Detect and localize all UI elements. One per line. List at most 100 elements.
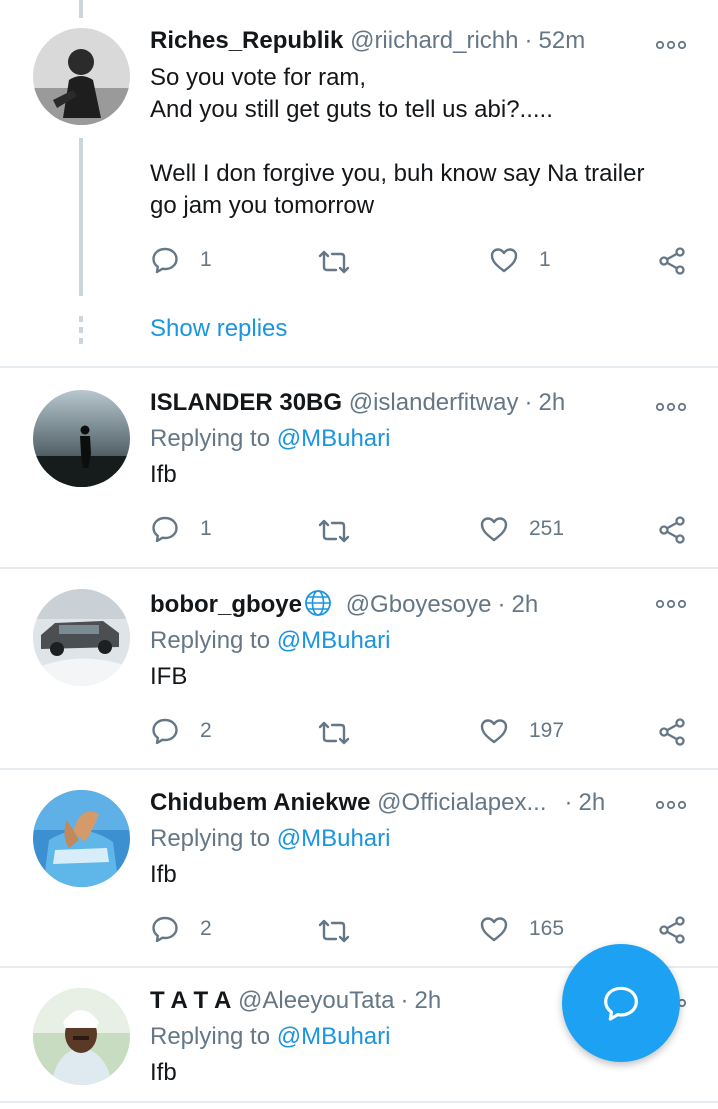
user-handle[interactable]: @Gboyesoye <box>346 591 492 618</box>
reply-button[interactable]: 2 <box>150 716 212 746</box>
share-icon <box>657 915 687 945</box>
retweet-button[interactable] <box>316 718 352 748</box>
replying-to: Replying to @MBuhari <box>150 824 390 854</box>
reply-count: 1 <box>200 517 212 540</box>
more-options-icon[interactable] <box>654 38 688 52</box>
speech-bubble-icon <box>150 914 180 944</box>
like-button[interactable]: 197 <box>479 716 564 746</box>
heart-icon <box>479 914 509 944</box>
like-count: 251 <box>529 517 565 540</box>
mention-link[interactable]: @MBuhari <box>277 425 391 452</box>
show-replies-link[interactable]: Show replies <box>150 313 287 345</box>
more-options-icon[interactable] <box>654 597 688 611</box>
user-handle[interactable]: @Officialapex... <box>377 789 546 816</box>
tweet-header: ISLANDER 30BG @islanderfitway · 2h <box>150 388 565 418</box>
display-name[interactable]: Riches_Republik <box>150 27 343 54</box>
like-button[interactable]: 251 <box>479 514 564 544</box>
share-button[interactable] <box>657 515 687 545</box>
share-button[interactable] <box>657 717 687 747</box>
heart-icon <box>479 716 509 746</box>
share-button[interactable] <box>657 246 687 276</box>
reply-count: 2 <box>200 719 212 742</box>
timestamp[interactable]: 2h <box>414 987 441 1014</box>
user-handle[interactable]: @islanderfitway <box>349 389 519 416</box>
avatar[interactable] <box>33 390 130 487</box>
reply-button[interactable]: 2 <box>150 914 212 944</box>
mention-link[interactable]: @MBuhari <box>277 627 391 654</box>
share-icon <box>657 717 687 747</box>
like-count: 197 <box>529 719 565 742</box>
retweet-button[interactable] <box>316 247 352 277</box>
replying-to-label: Replying to <box>150 627 271 654</box>
display-name[interactable]: T A T A <box>150 987 231 1014</box>
display-name[interactable]: bobor_gboye <box>150 591 302 618</box>
compose-reply-button[interactable] <box>562 944 680 1062</box>
replying-to: Replying to @MBuhari <box>150 626 390 656</box>
more-options-icon[interactable] <box>654 400 688 414</box>
timestamp[interactable]: 2h <box>538 389 565 416</box>
tweet-header: T A T A @AleeyouTata · 2h <box>150 986 441 1016</box>
like-button[interactable]: 165 <box>479 914 564 944</box>
retweet-button[interactable] <box>316 916 352 946</box>
replying-to-label: Replying to <box>150 1023 271 1050</box>
replying-to-label: Replying to <box>150 425 271 452</box>
timestamp[interactable]: 2h <box>578 789 605 816</box>
avatar[interactable] <box>33 988 130 1085</box>
divider <box>0 1101 718 1103</box>
reply-button[interactable]: 1 <box>150 514 212 544</box>
tweet-text: IFB <box>150 663 188 690</box>
share-icon <box>657 246 687 276</box>
tweet-header: Riches_Republik @riichard_richh · 52m <box>150 26 585 56</box>
separator-dot: · <box>564 789 573 816</box>
more-options-icon[interactable] <box>654 798 688 812</box>
timestamp[interactable]: 2h <box>511 591 538 618</box>
compose-reply-icon <box>604 986 638 1021</box>
speech-bubble-icon <box>150 514 180 544</box>
like-count: 1 <box>539 248 551 271</box>
tweet-header: Chidubem Aniekwe @Officialapex... · 2h <box>150 788 605 818</box>
share-icon <box>657 515 687 545</box>
user-handle[interactable]: @riichard_richh <box>350 27 518 54</box>
replying-to: Replying to @MBuhari <box>150 424 390 454</box>
tweet-header: bobor_gboye @Gboyesoye · 2h <box>150 589 538 620</box>
mention-link[interactable]: @MBuhari <box>277 1023 391 1050</box>
user-handle[interactable]: @AleeyouTata <box>238 987 394 1014</box>
separator-dot: · <box>400 987 409 1014</box>
heart-icon <box>479 514 509 544</box>
tweet[interactable]: Chidubem Aniekwe @Officialapex... · 2h Rep… <box>0 770 718 966</box>
tweet-text: Ifb <box>150 461 177 488</box>
globe-icon <box>305 590 331 616</box>
tweet-text: Ifb <box>150 861 177 888</box>
mention-link[interactable]: @MBuhari <box>277 825 391 852</box>
retweet-icon <box>316 718 352 748</box>
retweet-button[interactable] <box>316 516 352 546</box>
like-button[interactable]: 1 <box>489 245 551 275</box>
retweet-icon <box>316 516 352 546</box>
heart-icon <box>489 245 519 275</box>
like-count: 165 <box>529 917 565 940</box>
avatar[interactable] <box>33 589 130 686</box>
separator-dot: · <box>497 591 506 618</box>
tweet-text: So you vote for ram, And you still get g… <box>150 64 645 219</box>
avatar[interactable] <box>33 28 130 125</box>
reply-count: 2 <box>200 917 212 940</box>
display-name[interactable]: ISLANDER 30BG <box>150 389 342 416</box>
avatar[interactable] <box>33 790 130 887</box>
tweet[interactable]: Riches_Republik @riichard_richh · 52m So y… <box>0 0 718 366</box>
retweet-icon <box>316 247 352 277</box>
reply-count: 1 <box>200 248 212 271</box>
speech-bubble-icon <box>150 716 180 746</box>
tweet[interactable]: ISLANDER 30BG @islanderfitway · 2h Replyin… <box>0 368 718 566</box>
separator-dot: · <box>524 27 533 54</box>
display-name[interactable]: Chidubem Aniekwe <box>150 789 370 816</box>
reply-button[interactable]: 1 <box>150 245 212 275</box>
retweet-icon <box>316 916 352 946</box>
timestamp[interactable]: 52m <box>539 27 586 54</box>
tweet[interactable]: bobor_gboye @Gboyesoye · 2h Replying to @M… <box>0 569 718 767</box>
share-button[interactable] <box>657 915 687 945</box>
speech-bubble-icon <box>150 245 180 275</box>
replying-to: Replying to @MBuhari <box>150 1022 390 1052</box>
separator-dot: · <box>524 389 533 416</box>
tweet-text: Ifb <box>150 1059 177 1086</box>
replying-to-label: Replying to <box>150 825 271 852</box>
